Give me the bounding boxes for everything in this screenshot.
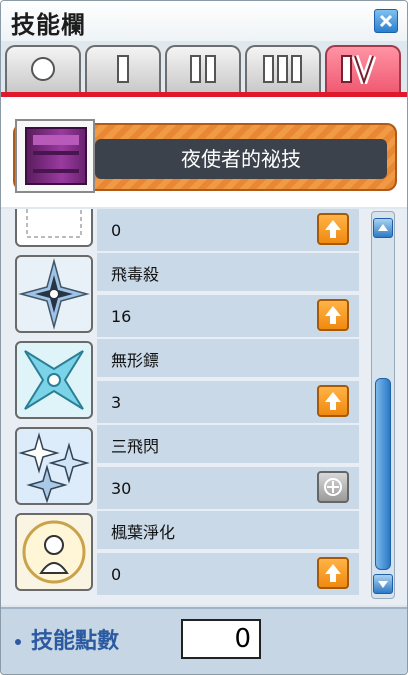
arrow-up-icon [378, 224, 388, 231]
job-name: 夜使者的祕技 [95, 139, 387, 179]
job-book-icon [15, 119, 95, 193]
skill-row[interactable]: 三飛閃 30 [13, 425, 359, 511]
skill-row[interactable]: 無形鏢 3 [13, 339, 359, 425]
skill-points-label: 技能點數 [31, 629, 120, 654]
tab-job-4[interactable] [325, 45, 401, 92]
skill-upgrade-button[interactable] [317, 557, 349, 589]
skill-list[interactable]: 0 飛毒殺 16 無形鏢 3 三飛閃 30 楓葉淨化 0 [1, 209, 407, 605]
scroll-down-button[interactable] [373, 574, 393, 594]
tab-job-3[interactable] [245, 45, 321, 92]
skill-level-box: 16 [97, 295, 359, 337]
tab-2-icon [167, 55, 239, 83]
scroll-thumb[interactable] [375, 378, 391, 570]
skill-points-footer: 技能點數 0 [1, 607, 407, 674]
skill-row[interactable]: 楓葉淨化 0 [13, 511, 359, 597]
skill-points-value: 0 [181, 619, 261, 659]
skill-level: 30 [111, 479, 132, 498]
skill-level-box: 30 [97, 467, 359, 509]
skill-level: 0 [111, 221, 122, 240]
close-button[interactable] [374, 9, 398, 33]
tab-0-icon [7, 55, 79, 83]
tab-job-2[interactable] [165, 45, 241, 92]
skill-row[interactable]: 飛毒殺 16 [13, 253, 359, 339]
skill-name: 三飛閃 [111, 437, 160, 456]
maple-warrior-icon [15, 513, 93, 591]
tab-job-1[interactable] [85, 45, 161, 92]
tab-job-0[interactable] [5, 45, 81, 92]
skill-upgrade-button[interactable] [317, 299, 349, 331]
skill-level: 3 [111, 393, 122, 412]
skill-window: 技能欄 夜使者的祕技 0 飛毒殺 16 無形鏢 3 三飛閃 30 楓葉淨化 0 … [0, 0, 408, 675]
skill-name-box: 三飛閃 [97, 425, 359, 463]
skill-upgrade-button-disabled [317, 471, 349, 503]
skill-level-box: 3 [97, 381, 359, 423]
tab-4-icon [327, 54, 399, 84]
skill-upgrade-button[interactable] [317, 385, 349, 417]
venom-star-icon [15, 255, 93, 333]
skill-name: 飛毒殺 [111, 265, 160, 284]
window-title: 技能欄 [11, 11, 86, 39]
arrow-down-icon [378, 581, 388, 588]
skill-level-box: 0 [97, 209, 359, 251]
skill-level: 16 [111, 307, 132, 326]
skill-list-scrollbar[interactable] [371, 211, 395, 599]
tab-1-icon [87, 55, 159, 83]
skill-name-box: 楓葉淨化 [97, 511, 359, 549]
scroll-up-button[interactable] [373, 218, 393, 238]
close-icon [379, 14, 393, 28]
job-tabs [5, 45, 405, 95]
skill-level-box: 0 [97, 553, 359, 595]
skill-name: 楓葉淨化 [111, 523, 176, 542]
skill-name-box: 飛毒殺 [97, 253, 359, 291]
skill-row[interactable]: 0 [13, 209, 359, 253]
skill-name-box: 無形鏢 [97, 339, 359, 377]
skill-level: 0 [111, 565, 122, 584]
tab-3-icon [247, 55, 319, 83]
triple-throw-icon [15, 427, 93, 505]
skill-upgrade-button[interactable] [317, 213, 349, 245]
skill-scroll-icon [15, 209, 93, 247]
shadow-stars-icon [15, 341, 93, 419]
job-header: 夜使者的祕技 [1, 97, 407, 207]
skill-name: 無形鏢 [111, 351, 160, 370]
title-bar[interactable]: 技能欄 [1, 1, 407, 41]
bullet-dot [15, 639, 21, 645]
